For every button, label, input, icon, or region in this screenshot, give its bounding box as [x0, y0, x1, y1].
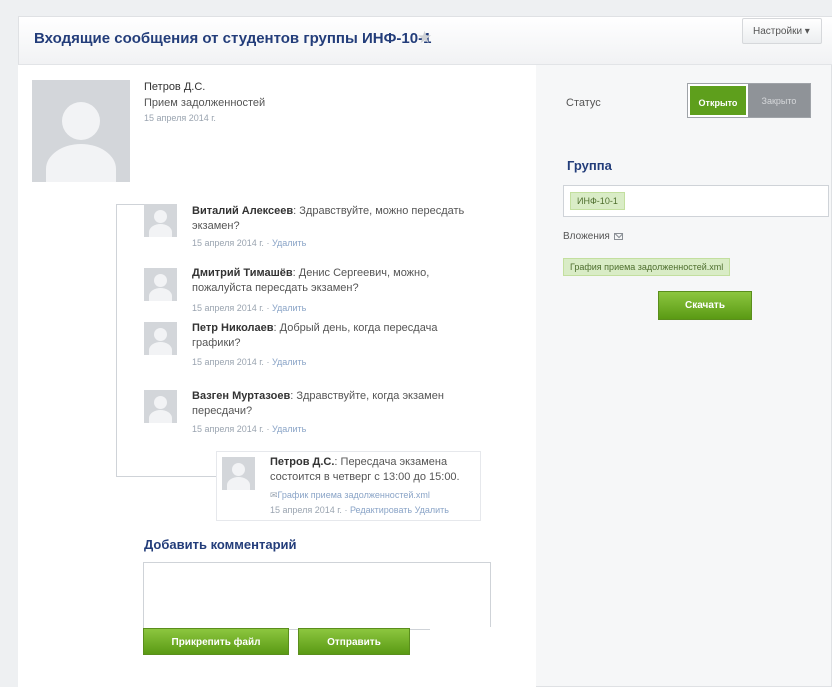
page-title: Входящие сообщения от студентов группы И…: [34, 30, 432, 47]
group-title: Группа: [567, 158, 612, 173]
avatar: [144, 268, 177, 301]
delete-link[interactable]: Удалить: [272, 357, 306, 367]
comment-author[interactable]: Виталий Алексеев: [192, 205, 293, 217]
post-date: 15 апреля 2014 г.: [144, 113, 216, 123]
comment-meta: 15 апреля 2014 г. · Удалить: [192, 424, 307, 434]
list-item: Петр Николаев: Добрый день, когда пересд…: [192, 321, 482, 351]
thread-branch: [116, 204, 144, 205]
settings-button[interactable]: Настройки ▾: [742, 18, 822, 44]
edit-link[interactable]: Редактировать: [350, 505, 412, 515]
comment-meta: 15 апреля 2014 г. · Удалить: [192, 238, 307, 248]
group-tag[interactable]: ИНФ-10-1: [570, 192, 625, 210]
list-item: Виталий Алексеев: Здравствуйте, можно пе…: [192, 204, 492, 234]
comment-textarea[interactable]: [143, 562, 491, 630]
attachments-label-text: Вложения: [563, 231, 610, 242]
panel-header: Входящие сообщения от студентов группы И…: [19, 17, 832, 65]
thread-line: [116, 204, 117, 476]
status-toggle[interactable]: Открыто Закрыто: [687, 83, 811, 118]
group-field[interactable]: ИНФ-10-1: [563, 185, 829, 217]
avatar: [32, 80, 130, 182]
comment-date: 15 апреля 2014 г.: [192, 238, 264, 248]
avatar: [222, 457, 255, 490]
post-subject: Прием задолженностей: [144, 97, 266, 109]
comment-meta: 15 апреля 2014 г. · Удалить: [192, 303, 307, 313]
status-label: Статус: [566, 97, 601, 109]
attachment-name[interactable]: График приема задолженностей.xml: [278, 490, 430, 500]
comment-meta: 15 апреля 2014 г. · Удалить: [192, 357, 307, 367]
avatar: [144, 390, 177, 423]
comment-date: 15 апреля 2014 г.: [192, 357, 264, 367]
comment-author[interactable]: Дмитрий Тимашёв: [192, 267, 293, 279]
avatar: [144, 204, 177, 237]
thread-branch: [116, 476, 220, 477]
list-item: Дмитрий Тимашёв: Денис Сергеевич, можно,…: [192, 266, 472, 296]
comment-meta: 15 апреля 2014 г. · Редактировать Удалит…: [270, 505, 449, 515]
delete-link[interactable]: Удалить: [415, 505, 449, 515]
comment-date: 15 апреля 2014 г.: [270, 505, 342, 515]
comment-author[interactable]: Петр Николаев: [192, 322, 274, 334]
avatar: [144, 322, 177, 355]
comment-author[interactable]: Петров Д.С.: [270, 456, 334, 468]
post-author[interactable]: Петров Д.С.: [144, 81, 205, 93]
blank-area: [430, 627, 514, 673]
list-item: Петров Д.С.: Пересдача экзамена состоитс…: [270, 455, 475, 485]
add-comment-title: Добавить комментарий: [144, 537, 297, 552]
download-button[interactable]: Скачать: [658, 291, 752, 320]
status-open-option[interactable]: Открыто: [688, 84, 748, 117]
user-silhouette-icon: [62, 102, 100, 140]
attachment-file[interactable]: Графия приема задолженностей.xml: [563, 258, 731, 276]
send-button[interactable]: Отправить: [298, 628, 410, 655]
status-closed-option[interactable]: Закрыто: [748, 84, 810, 117]
delete-link[interactable]: Удалить: [272, 238, 306, 248]
comment-date: 15 апреля 2014 г.: [192, 303, 264, 313]
mail-icon: [613, 232, 623, 240]
mail-icon: ✉: [270, 490, 278, 500]
delete-link[interactable]: Удалить: [272, 424, 306, 434]
comment-author[interactable]: Вазген Муртазоев: [192, 390, 290, 402]
list-item: Вазген Муртазоев: Здравствуйте, когда эк…: [192, 389, 482, 419]
attachment-link[interactable]: ✉График приема задолженностей.xml: [270, 490, 430, 501]
star-icon[interactable]: ★: [417, 28, 432, 48]
attachments-label: Вложения: [563, 231, 623, 242]
delete-link[interactable]: Удалить: [272, 303, 306, 313]
comment-date: 15 апреля 2014 г.: [192, 424, 264, 434]
attach-file-button[interactable]: Прикрепить файл: [143, 628, 289, 655]
